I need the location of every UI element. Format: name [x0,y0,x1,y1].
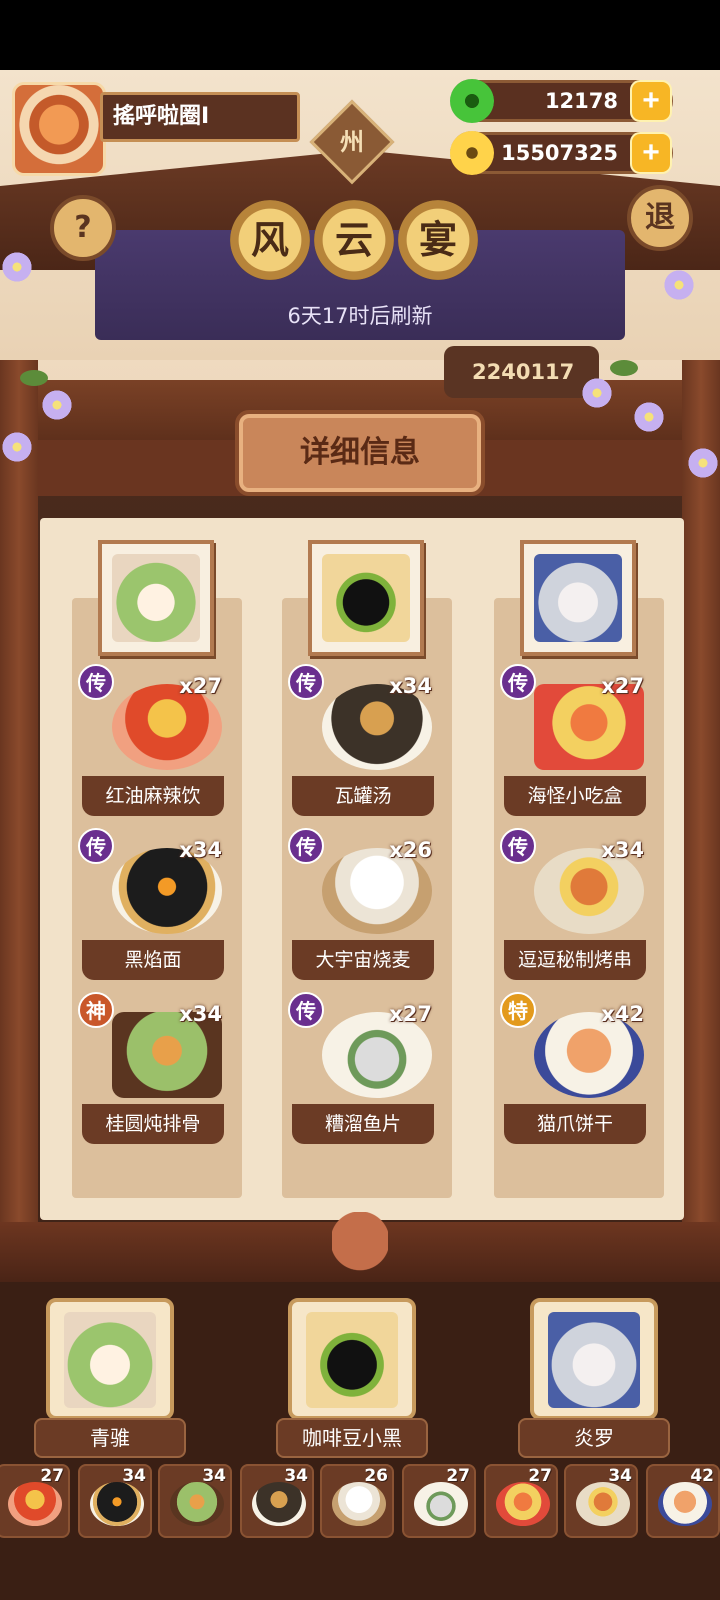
score-tab: 2240117 [444,346,599,398]
grade-badge: 传 [78,664,114,700]
tray-count: 26 [364,1466,388,1486]
chef-portrait-qingzhui [98,540,214,656]
add-coins-button[interactable]: + [630,132,672,174]
dish-name: 黑焰面 [82,940,224,980]
dish-card[interactable]: 传 x34 逗逗秘制烤串 [500,828,646,980]
dish-card[interactable]: 传 x26 大宇宙烧麦 [288,828,434,980]
dish-card[interactable]: 传 x27 海怪小吃盒 [500,664,646,816]
dish-name: 大宇宙烧麦 [292,940,434,980]
grade-badge: 特 [500,992,536,1028]
add-jade-button[interactable]: + [630,80,672,122]
jade-currency: 12178 + [450,79,673,123]
coin-amount: 15507325 [501,141,618,165]
status-bar [0,0,720,70]
grade-badge: 传 [500,664,536,700]
tray-dish[interactable]: 34 [564,1464,638,1538]
tray-count: 34 [608,1466,632,1486]
dish-name: 海怪小吃盒 [504,776,646,816]
dish-name: 糟溜鱼片 [292,1104,434,1144]
player-avatar[interactable] [12,82,106,176]
dish-card[interactable]: 传 x27 糟溜鱼片 [288,992,434,1144]
jade-icon [450,79,494,123]
dish-card[interactable]: 神 x34 桂圆炖排骨 [78,992,224,1144]
grade-badge: 传 [288,828,324,864]
dish-name: 瓦罐汤 [292,776,434,816]
details-title: 详细信息 [235,410,485,496]
frame-post-right [682,360,720,1280]
dish-count: x34 [601,838,644,862]
event-title-char-2: 云 [314,200,394,280]
dish-count: x42 [601,1002,644,1026]
dish-name: 红油麻辣饮 [82,776,224,816]
flower-icon [632,400,666,434]
tray-count: 42 [690,1466,714,1486]
tray-dish[interactable]: 27 [0,1464,70,1538]
dish-count: x34 [389,674,432,698]
grade-badge: 传 [288,992,324,1028]
tray-count: 27 [446,1466,470,1486]
dish-name: 猫爪饼干 [504,1104,646,1144]
chef-card-yanluo[interactable] [530,1298,658,1420]
grade-badge: 传 [78,828,114,864]
tray-count: 27 [40,1466,64,1486]
leaf-icon [20,370,48,386]
tray-count: 34 [202,1466,226,1486]
chef-card-qingzhui[interactable] [46,1298,174,1420]
dish-count: x26 [389,838,432,862]
flower-icon [686,446,720,480]
tray-dish[interactable]: 42 [646,1464,720,1538]
player-name: 搖呼啦圈I [100,92,300,142]
jade-amount: 12178 [544,89,618,113]
coin-icon [450,131,494,175]
chef-portrait-yanluo [520,540,636,656]
leaf-icon [610,360,638,376]
dish-count: x34 [179,1002,222,1026]
tray-dish[interactable]: 34 [158,1464,232,1538]
dish-name: 逗逗秘制烤串 [504,940,646,980]
grade-badge: 传 [500,828,536,864]
flower-icon [40,388,74,422]
dish-card[interactable]: 传 x34 瓦罐汤 [288,664,434,816]
dish-card[interactable]: 传 x27 红油麻辣饮 [78,664,224,816]
frame-post-left [0,360,38,1280]
dish-card[interactable]: 传 x34 黑焰面 [78,828,224,980]
tray-dish[interactable]: 27 [484,1464,558,1538]
tray-dish[interactable]: 27 [402,1464,476,1538]
exit-button[interactable]: 退 [627,185,693,251]
event-title-char-1: 风 [230,200,310,280]
event-title-char-3: 宴 [398,200,478,280]
refresh-countdown: 6天17时后刷新 [287,304,433,328]
province-label: 州 [340,128,364,156]
chef-name-3: 炎罗 [518,1418,670,1458]
chinese-knot-ornament [332,1212,388,1308]
dish-count: x27 [389,1002,432,1026]
dish-card[interactable]: 特 x42 猫爪饼干 [500,992,646,1144]
chef-portrait-coffee [308,540,424,656]
flower-icon [580,376,614,410]
flower-icon [0,250,34,284]
dish-count: x34 [179,838,222,862]
dish-count: x27 [179,674,222,698]
tray-dish[interactable]: 34 [78,1464,152,1538]
flower-icon [0,430,34,464]
tray-count: 27 [528,1466,552,1486]
coin-currency: 15507325 + [450,131,673,175]
dish-name: 桂圆炖排骨 [82,1104,224,1144]
flower-icon [662,268,696,302]
tray-dish[interactable]: 34 [240,1464,314,1538]
chef-name-2: 咖啡豆小黑 [276,1418,428,1458]
help-button[interactable]: ? [50,195,116,261]
grade-badge: 神 [78,992,114,1028]
tray-count: 34 [122,1466,146,1486]
chef-name-1: 青骓 [34,1418,186,1458]
tray-count: 34 [284,1466,308,1486]
tray-dish[interactable]: 26 [320,1464,394,1538]
grade-badge: 传 [288,664,324,700]
chef-card-coffee[interactable] [288,1298,416,1420]
dish-count: x27 [601,674,644,698]
